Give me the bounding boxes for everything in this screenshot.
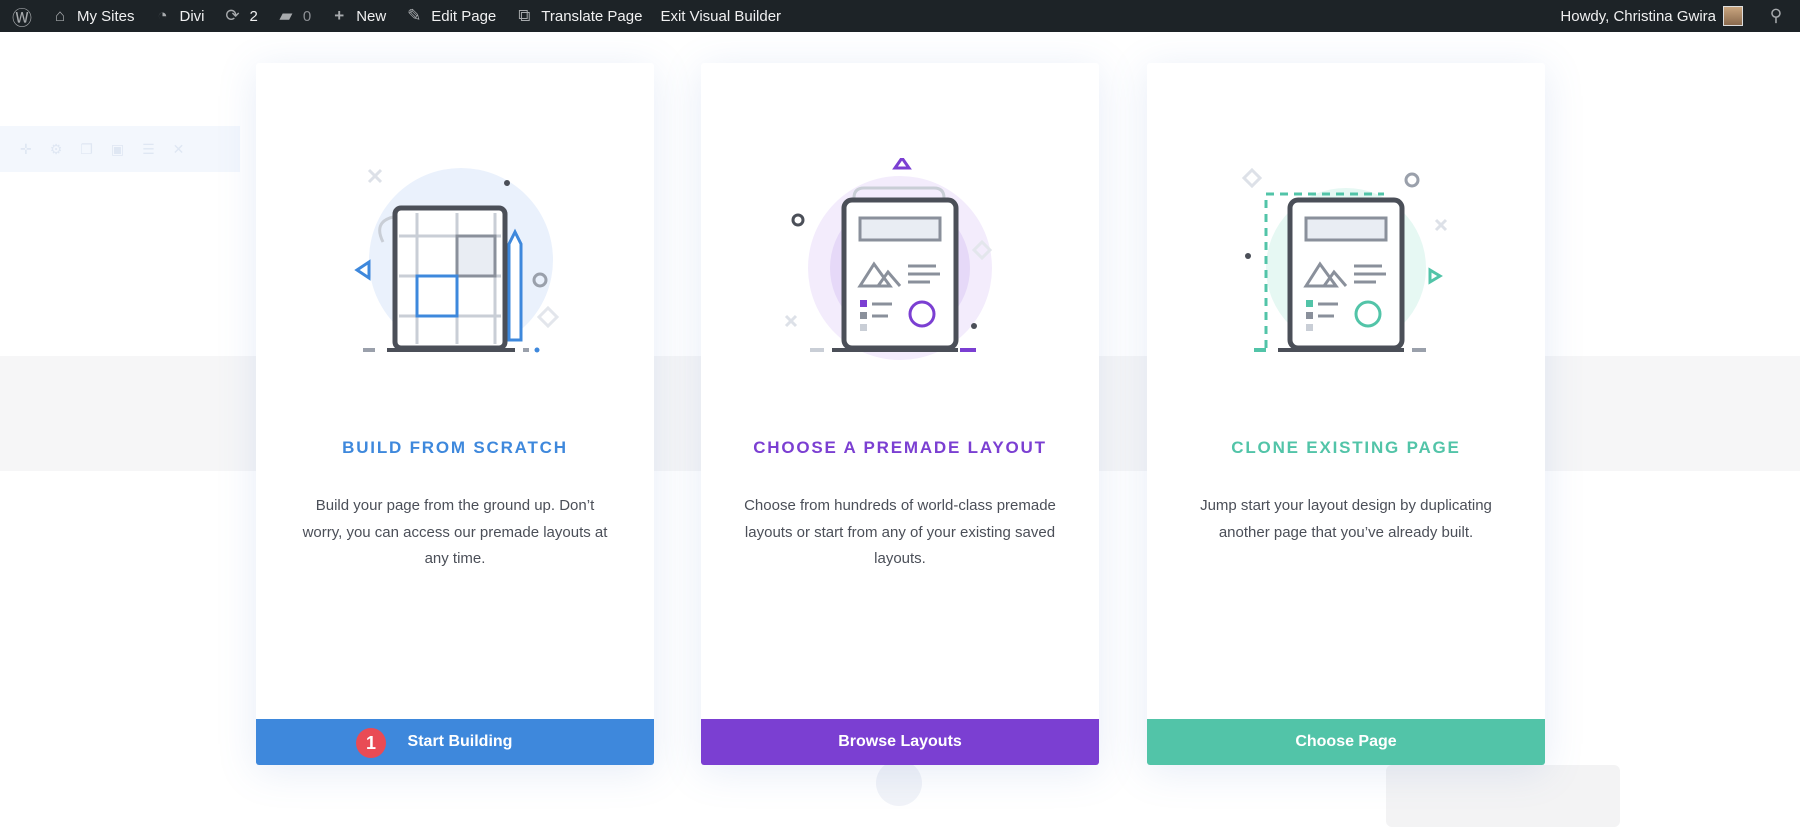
- card-title: CLONE EXISTING PAGE: [1231, 438, 1461, 457]
- step-badge: 1: [356, 728, 386, 758]
- search-button[interactable]: ⚲: [1752, 0, 1800, 32]
- choose-page-button[interactable]: Choose Page: [1147, 719, 1545, 765]
- build-from-scratch-card: BUILD FROM SCRATCH Build your page from …: [256, 63, 654, 765]
- card-title: CHOOSE A PREMADE LAYOUT: [753, 438, 1047, 457]
- duplicate-icon: ❐: [80, 140, 93, 157]
- plus-icon: +: [334, 6, 345, 25]
- button-label: Choose Page: [1295, 733, 1397, 750]
- card-description: Jump start your layout design by duplica…: [1200, 497, 1492, 541]
- button-label: Browse Layouts: [838, 733, 962, 750]
- section-toolbar-ghost: ✛ ⚙ ❐ ▣ ☰ ✕: [0, 126, 240, 172]
- clone-illustration: [1241, 167, 1448, 352]
- ghost-more-button: [876, 760, 922, 806]
- card-title: BUILD FROM SCRATCH: [342, 438, 568, 457]
- wordpress-icon: Ⓦ: [12, 7, 32, 30]
- move-icon: ✛: [20, 140, 32, 157]
- premade-layout-card: CHOOSE A PREMADE LAYOUT Choose from hund…: [701, 63, 1099, 765]
- comment-icon: ▰: [279, 6, 293, 25]
- edit-page-link[interactable]: ✎ Edit Page: [395, 0, 505, 32]
- updates-icon: ⟳: [225, 6, 240, 25]
- start-building-button[interactable]: 1 Start Building: [256, 719, 654, 765]
- close-icon: ✕: [172, 140, 185, 157]
- ghost-panel: [1386, 765, 1620, 827]
- columns-icon: ☰: [142, 140, 155, 157]
- wp-admin-bar: Ⓦ ⌂ My Sites ◔ Divi ⟳ 2 ▰ 0 + New ✎ Edit Page …: [0, 0, 1800, 32]
- comments-menu[interactable]: ▰ 0: [267, 0, 320, 32]
- translate-icon: ⧉: [518, 6, 531, 25]
- browse-layouts-button[interactable]: Browse Layouts: [701, 719, 1099, 765]
- account-menu[interactable]: Howdy, Christina Gwira: [1551, 0, 1752, 32]
- new-content-menu[interactable]: + New: [320, 0, 395, 32]
- my-sites-menu[interactable]: ⌂ My Sites: [41, 0, 144, 32]
- build-illustration: [354, 168, 560, 353]
- save-icon: ▣: [110, 140, 125, 157]
- pencil-icon: ✎: [407, 6, 422, 25]
- dashboard-icon: ◔: [157, 6, 168, 25]
- updates-menu[interactable]: ⟳ 2: [214, 0, 267, 32]
- avatar: [1723, 6, 1743, 26]
- card-description: Choose from hundreds of world-class prem…: [744, 497, 1056, 567]
- button-label: Start Building: [407, 733, 513, 750]
- card-description: Build your page from the ground up. Don’…: [302, 497, 608, 567]
- translate-page-link[interactable]: ⧉ Translate Page: [505, 0, 651, 32]
- wordpress-logo-menu[interactable]: Ⓦ: [0, 0, 41, 32]
- layout-illustration: [784, 158, 993, 360]
- gear-icon: ⚙: [49, 140, 63, 157]
- search-icon: ⚲: [1769, 6, 1783, 25]
- clone-page-card: CLONE EXISTING PAGE Jump start your layo…: [1147, 63, 1545, 765]
- sites-icon: ⌂: [54, 6, 66, 25]
- exit-visual-builder-link[interactable]: Exit Visual Builder: [651, 0, 790, 32]
- divi-menu[interactable]: ◔ Divi: [144, 0, 214, 32]
